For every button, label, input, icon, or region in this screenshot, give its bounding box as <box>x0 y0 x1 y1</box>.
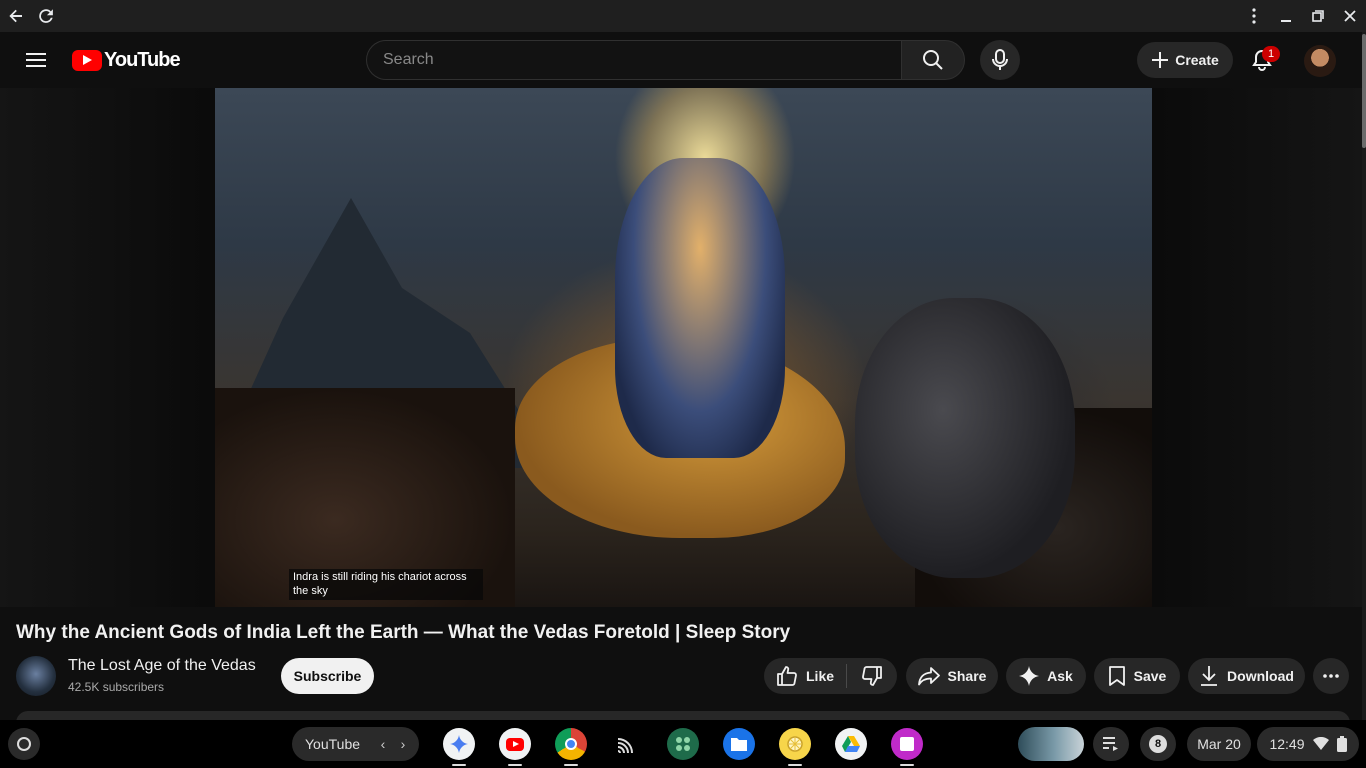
playlist-icon <box>1103 737 1118 751</box>
reload-icon <box>39 9 53 23</box>
thumbs-down-icon <box>862 666 882 686</box>
channel-name[interactable]: The Lost Age of the Vedas <box>68 657 256 675</box>
close-window-button[interactable] <box>1334 0 1366 32</box>
video-title: Why the Ancient Gods of India Left the E… <box>16 622 791 643</box>
youtube-masthead: YouTube Create 1 <box>0 32 1366 88</box>
running-indicator <box>508 764 522 766</box>
running-indicator <box>452 764 466 766</box>
back-button[interactable] <box>2 2 30 30</box>
lemon-app-icon[interactable] <box>779 728 811 766</box>
date-tray[interactable]: Mar 20 <box>1187 727 1251 761</box>
notification-tray[interactable]: 8 <box>1140 727 1176 761</box>
running-indicator <box>564 764 578 766</box>
like-button[interactable]: Like <box>764 658 846 694</box>
sparkle-icon <box>1019 666 1040 686</box>
youtube-play-icon <box>72 49 102 71</box>
close-icon <box>1344 10 1356 22</box>
chevron-right-icon[interactable]: › <box>393 736 413 752</box>
launcher-button[interactable] <box>8 728 40 760</box>
plus-icon <box>1152 52 1169 68</box>
chrome-app-icon[interactable] <box>555 728 587 766</box>
arrow-left-icon <box>9 9 22 23</box>
clock-label: 12:49 <box>1269 736 1305 752</box>
apps-grid-icon[interactable] <box>667 728 699 760</box>
cast-icon[interactable] <box>611 728 643 760</box>
subscribe-button[interactable]: Subscribe <box>281 658 374 694</box>
kebab-menu-icon <box>1252 8 1256 24</box>
more-actions-button[interactable] <box>1313 658 1349 694</box>
logo-text: YouTube <box>104 48 181 71</box>
launcher-icon <box>17 737 31 751</box>
microphone-icon <box>992 49 1008 70</box>
account-avatar[interactable] <box>1304 45 1336 77</box>
download-icon <box>1201 666 1218 686</box>
restore-button[interactable] <box>1302 0 1334 32</box>
notification-count: 8 <box>1149 735 1167 753</box>
files-app-icon[interactable] <box>723 728 755 760</box>
hamburger-menu-icon <box>26 53 46 67</box>
video-frame <box>215 88 1152 607</box>
video-caption: Indra is still riding his chariot across… <box>289 569 483 600</box>
browser-toolbar <box>0 0 1366 32</box>
scene-demon <box>855 298 1075 578</box>
wifi-icon <box>1312 737 1329 750</box>
thumbs-up-icon <box>777 666 797 686</box>
notification-badge: 1 <box>1262 46 1280 62</box>
channel-avatar[interactable] <box>16 656 56 696</box>
share-button[interactable]: Share <box>906 658 998 694</box>
more-horizontal-icon <box>1323 674 1339 678</box>
search-bar <box>366 40 965 80</box>
video-player[interactable] <box>0 88 1362 607</box>
battery-icon <box>1336 736 1347 752</box>
search-icon <box>923 50 943 70</box>
youtube-app-icon[interactable] <box>499 728 531 766</box>
status-tray[interactable]: 12:49 <box>1257 727 1359 761</box>
sticky-app-icon[interactable] <box>891 728 923 766</box>
download-button[interactable]: Download <box>1188 658 1305 694</box>
like-dislike-group: Like <box>764 658 897 694</box>
scene-goddess <box>615 158 785 458</box>
share-arrow-icon <box>917 667 940 686</box>
bookmark-icon <box>1108 666 1125 686</box>
share-label: Share <box>947 668 987 684</box>
like-label: Like <box>806 668 835 684</box>
ask-label: Ask <box>1047 668 1073 684</box>
gemini-app-icon[interactable] <box>443 728 475 766</box>
search-button[interactable] <box>901 40 965 80</box>
ask-button[interactable]: Ask <box>1006 658 1086 694</box>
search-input[interactable] <box>366 40 901 80</box>
create-button[interactable]: Create <box>1137 42 1233 78</box>
subscriber-count: 42.5K subscribers <box>68 680 165 694</box>
scrollbar-thumb[interactable] <box>1362 34 1366 148</box>
running-indicator <box>788 764 802 766</box>
minimize-icon <box>1281 20 1291 22</box>
holding-space-thumbnail[interactable] <box>1018 727 1084 761</box>
download-label: Download <box>1227 668 1294 684</box>
save-button[interactable]: Save <box>1094 658 1180 694</box>
dislike-button[interactable] <box>847 658 897 694</box>
date-label: Mar 20 <box>1197 736 1241 752</box>
running-indicator <box>900 764 914 766</box>
desk-switcher[interactable]: YouTube ‹ › <box>292 727 419 761</box>
os-shelf: YouTube ‹ › 8 Mar 20 12:49 <box>0 720 1366 768</box>
reload-button[interactable] <box>32 2 60 30</box>
create-label: Create <box>1175 52 1219 68</box>
desk-label: YouTube <box>305 736 361 752</box>
restore-icon <box>1312 10 1324 22</box>
playlist-button[interactable] <box>1093 727 1129 761</box>
save-label: Save <box>1133 668 1167 684</box>
voice-search-button[interactable] <box>980 40 1020 80</box>
youtube-logo[interactable]: YouTube <box>72 48 181 71</box>
browser-menu-button[interactable] <box>1238 0 1270 32</box>
guide-menu-button[interactable] <box>16 40 56 80</box>
chevron-left-icon[interactable]: ‹ <box>373 736 393 752</box>
drive-app-icon[interactable] <box>835 728 867 760</box>
minimize-button[interactable] <box>1270 0 1302 32</box>
